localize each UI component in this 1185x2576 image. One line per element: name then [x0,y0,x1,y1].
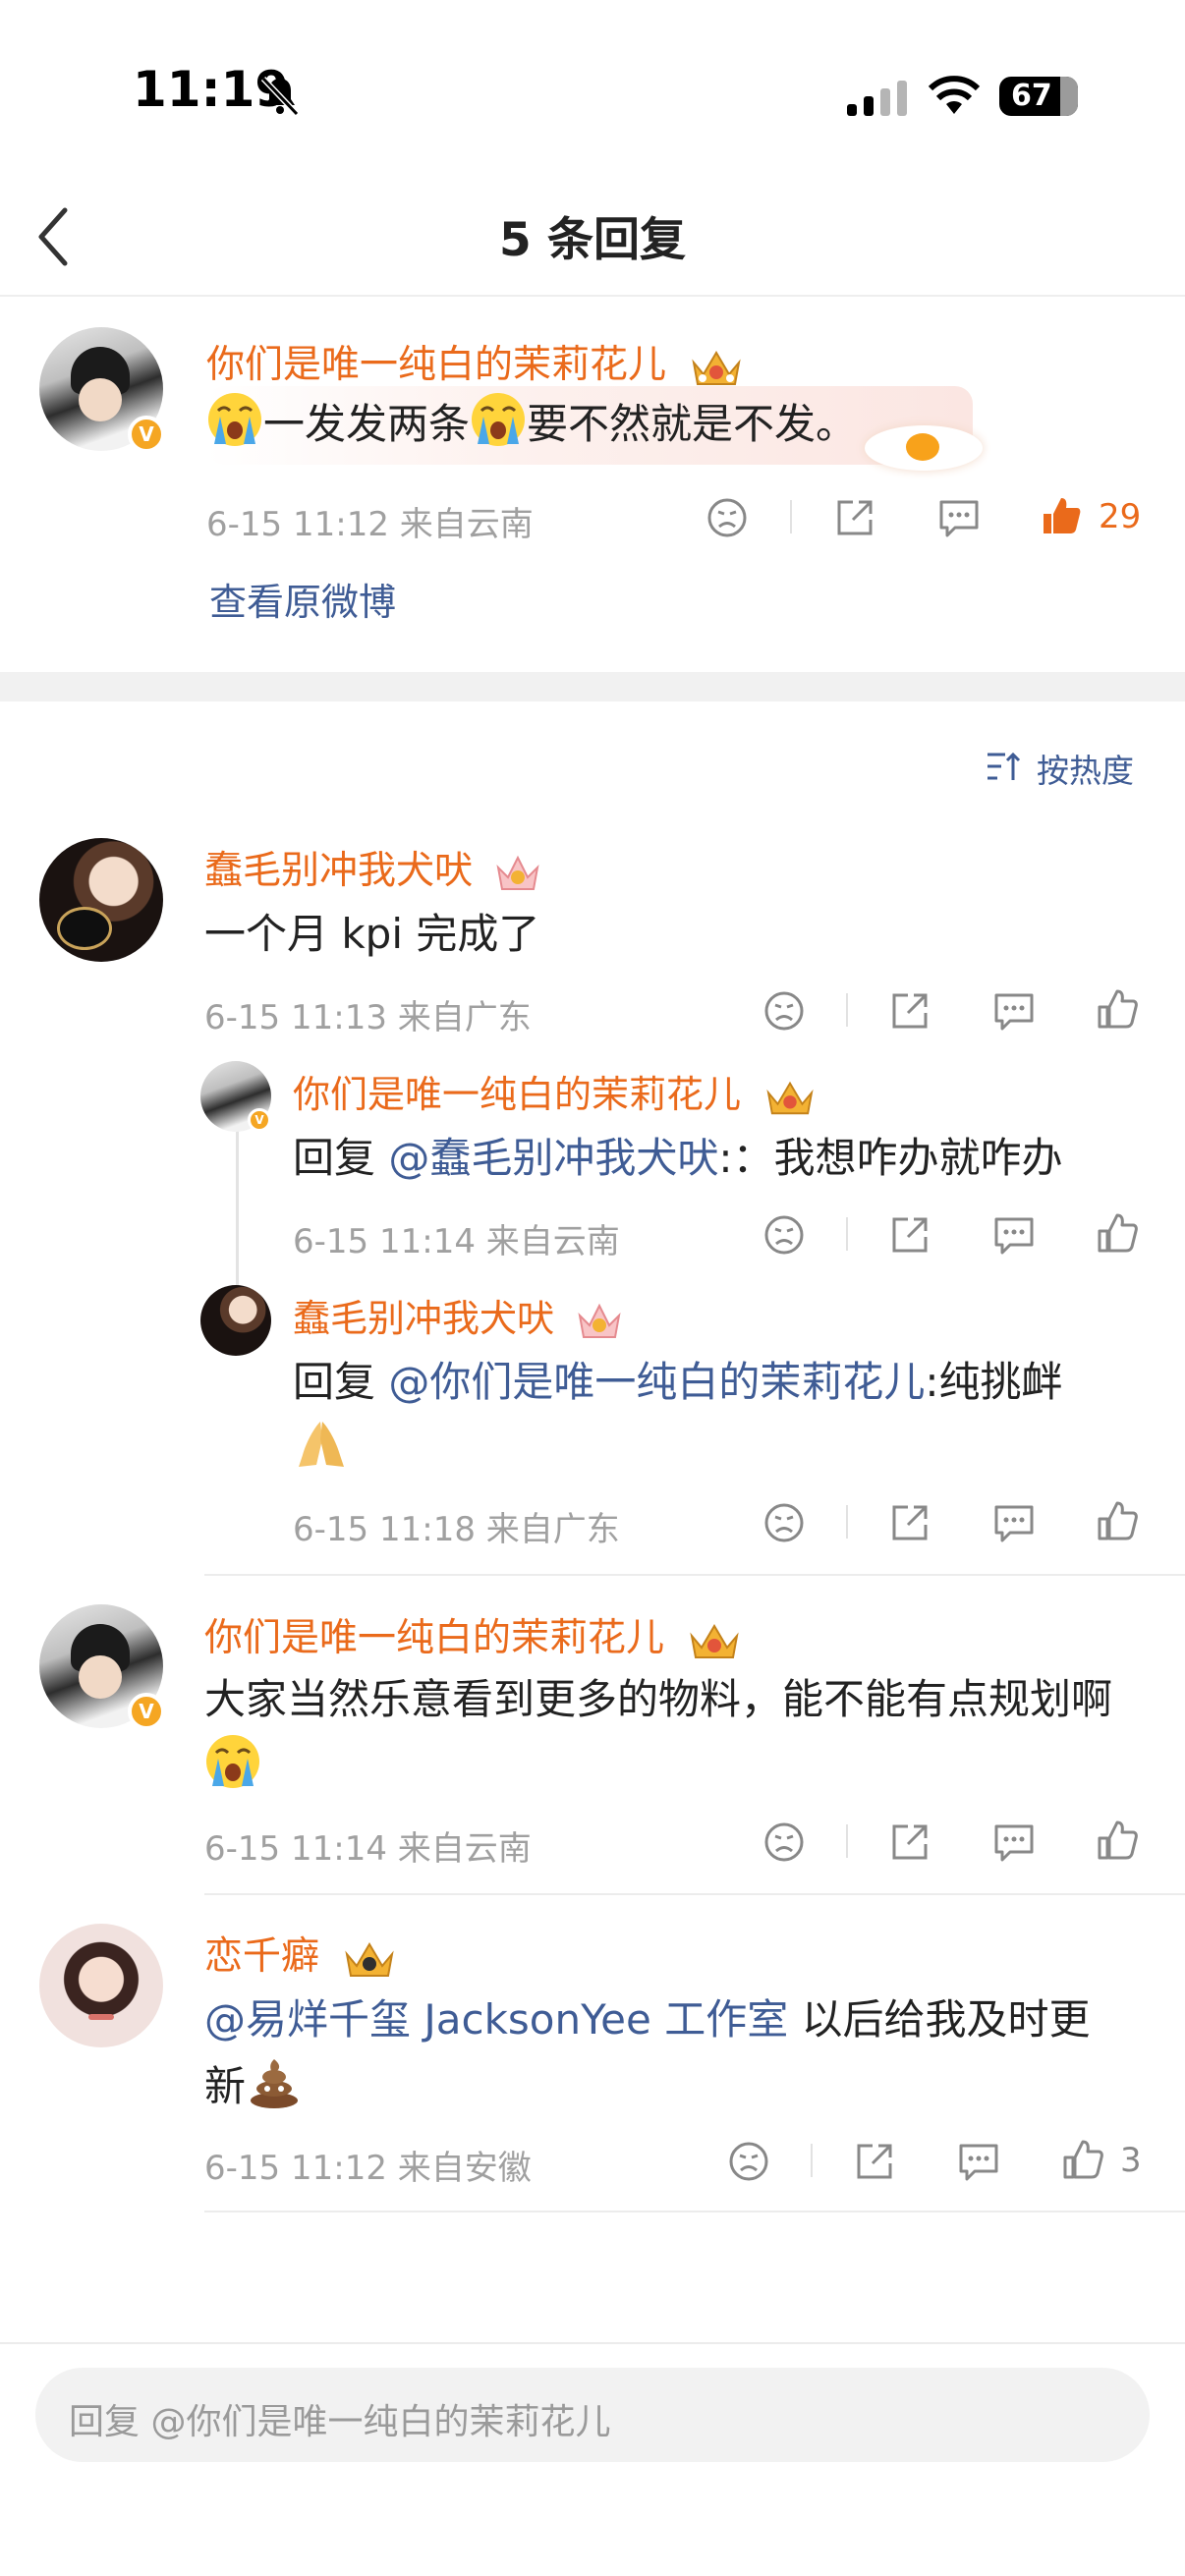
dislike-face-icon[interactable] [762,1820,806,1864]
username[interactable]: 你们是唯一纯白的茉莉花儿 [293,1064,818,1119]
reply-input[interactable]: 回复 @你们是唯一纯白的茉莉花儿 [35,2368,1150,2462]
username[interactable]: 你们是唯一纯白的茉莉花儿 [206,334,745,390]
comment-text: 一发发两条 要不然就是不发。 [206,391,1150,458]
share-icon[interactable] [833,496,876,539]
reply-meta: 6-15 11:14 来自云南 [293,1222,620,1261]
share-icon[interactable] [853,2140,896,2183]
comment-meta: 6-15 11:14 来自云南 [204,1829,532,1869]
comment-icon[interactable] [992,1501,1036,1544]
comment-icon[interactable] [992,989,1036,1033]
reply-input-placeholder: 回复 @你们是唯一纯白的茉莉花儿 [69,2402,611,2442]
comment-text: @易烊千玺 JacksonYee 工作室 以后给我及时更新 [204,1995,1091,2110]
thread-line [236,1110,239,1292]
dislike-face-icon[interactable] [727,2140,770,2183]
avatar[interactable] [39,1924,163,2047]
crown-badge-icon [766,1081,814,1114]
sort-icon [988,752,1021,780]
verified-badge-icon: V [248,1108,271,1132]
comment-text: 大家当然乐意看到更多的物料，能不能有点规划啊 [204,1666,1128,1800]
nav-bar: 5 条回复 [0,177,1185,297]
comment-meta: 6-15 11:12 来自云南 [206,505,534,544]
dislike-face-icon[interactable] [762,1501,806,1544]
like-thumb-icon[interactable] [1096,1211,1139,1255]
comment-icon[interactable] [937,496,981,539]
username[interactable]: 恋千癖 [204,1926,398,1982]
user-mention-link[interactable]: @你们是唯一纯白的茉莉花儿 [388,1358,925,1406]
status-bar: 11:19 67 [0,0,1185,177]
crown-badge-icon [692,350,742,385]
reply-text: 回复 @蠢毛别冲我犬吠:：我想咋办就咋办 [293,1134,1063,1182]
crying-emoji-icon [208,393,261,446]
username[interactable]: 你们是唯一纯白的茉莉花儿 [204,1607,743,1663]
poop-emoji-icon [251,2059,299,2108]
comment-icon[interactable] [992,1213,1036,1257]
divider [790,500,792,533]
like-thumb-icon[interactable] [1061,2138,1104,2181]
crying-emoji-icon [472,393,526,446]
share-icon[interactable] [888,989,931,1033]
divider [846,1217,848,1251]
section-divider [0,672,1185,701]
dislike-face-icon[interactable] [762,1213,806,1257]
view-original-link[interactable]: 查看原微博 [209,572,396,626]
crown-badge-icon [345,1941,395,1977]
cellular-signal-icon [847,81,907,116]
crown-badge-icon [578,1303,621,1338]
page-title: 5 条回复 [498,213,687,267]
like-thumb-icon[interactable] [1096,1499,1139,1542]
divider [846,1505,848,1539]
verified-badge-icon: V [128,416,165,453]
comment-text: 一个月 kpi 完成了 [204,910,540,958]
dislike-face-icon[interactable] [762,989,806,1033]
comment-meta: 6-15 11:12 来自安徽 [204,2149,532,2188]
username[interactable]: 蠢毛别冲我犬吠 [293,1288,623,1343]
divider [204,1574,1185,1576]
reply-text: 回复 @你们是唯一纯白的茉莉花儿:纯挑衅 [293,1349,1138,1483]
battery-icon: 67 [999,77,1078,116]
divider [846,993,848,1027]
divider [811,2144,813,2177]
crying-emoji-icon [206,1735,259,1788]
crown-badge-icon [690,1623,740,1658]
sort-label: 按热度 [1037,752,1134,790]
avatar[interactable] [39,838,163,962]
like-count[interactable]: 29 [1099,497,1141,536]
avatar[interactable] [200,1285,271,1356]
share-icon[interactable] [888,1213,931,1257]
user-mention-link[interactable]: @易烊千玺 JacksonYee 工作室 [204,1995,788,2044]
divider [204,1893,1185,1895]
like-thumb-icon[interactable] [1096,987,1139,1031]
like-thumb-active-icon[interactable] [1040,494,1083,537]
like-count[interactable]: 3 [1120,2141,1142,2180]
reply-meta: 6-15 11:18 来自广东 [293,1510,620,1549]
verified-badge-icon: V [128,1693,165,1730]
divider [846,1824,848,1858]
share-icon[interactable] [888,1820,931,1864]
comment-icon[interactable] [957,2140,1000,2183]
crown-badge-icon [496,855,539,890]
praying-hands-emoji-icon [299,1422,344,1467]
dislike-face-icon[interactable] [705,496,749,539]
share-icon[interactable] [888,1501,931,1544]
divider [204,2211,1185,2212]
battery-level: 67 [1011,79,1052,113]
mute-bell-icon [260,76,300,117]
comment-icon[interactable] [992,1820,1036,1864]
wifi-icon [928,76,981,114]
comment-meta: 6-15 11:13 来自广东 [204,998,532,1037]
divider [0,2342,1185,2344]
like-thumb-icon[interactable] [1096,1819,1139,1862]
user-mention-link[interactable]: @蠢毛别冲我犬吠 [388,1134,718,1182]
username[interactable]: 蠢毛别冲我犬吠 [204,840,541,895]
